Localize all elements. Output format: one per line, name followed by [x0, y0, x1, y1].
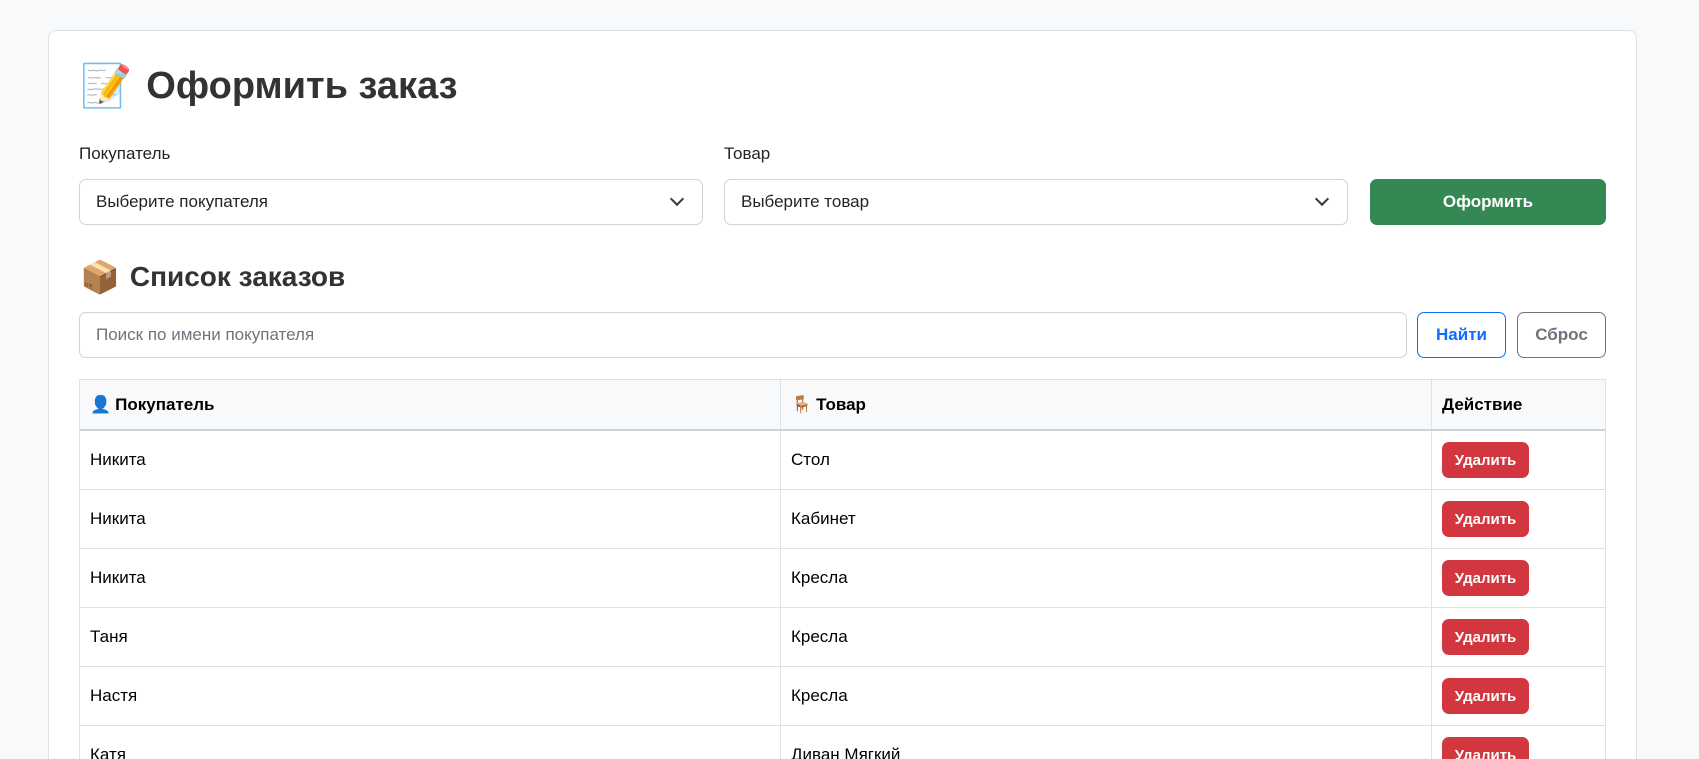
- delete-button[interactable]: Удалить: [1442, 560, 1529, 596]
- action-cell: Удалить: [1432, 490, 1605, 548]
- package-icon: 📦: [80, 259, 120, 295]
- memo-icon: 📝: [80, 62, 133, 109]
- column-header-product: 🪑 Товар: [781, 380, 1432, 429]
- customer-name: Таня: [90, 627, 128, 646]
- action-cell: Удалить: [1432, 667, 1605, 725]
- product-cell: Стол: [781, 431, 1432, 489]
- orders-heading: 📦 Список заказов: [80, 258, 345, 296]
- customer-label: Покупатель: [79, 144, 171, 163]
- customer-select[interactable]: Выберите покупателя: [79, 179, 703, 225]
- customer-cell: Катя: [80, 726, 781, 759]
- customer-name: Никита: [90, 450, 146, 469]
- product-cell: Диван Мягкий: [781, 726, 1432, 759]
- product-name: Диван Мягкий: [791, 745, 901, 759]
- product-cell: Кресла: [781, 608, 1432, 666]
- column-header-action: Действие: [1432, 380, 1605, 429]
- column-header-customer: 👤 Покупатель: [80, 380, 781, 429]
- customer-cell: Никита: [80, 549, 781, 607]
- customer-cell: Никита: [80, 431, 781, 489]
- search-input[interactable]: Поиск по имени покупателя: [79, 312, 1407, 358]
- product-name: Кресла: [791, 568, 848, 587]
- table-row: Катя Диван Мягкий Удалить: [80, 726, 1605, 759]
- table-row: Таня Кресла Удалить: [80, 608, 1605, 667]
- person-icon: 👤: [90, 394, 112, 414]
- column-label: Действие: [1442, 394, 1523, 414]
- column-label: Покупатель: [115, 394, 215, 414]
- page-title-text: Оформить заказ: [146, 65, 458, 107]
- action-cell: Удалить: [1432, 726, 1605, 759]
- chair-icon: 🪑: [791, 394, 813, 414]
- action-cell: Удалить: [1432, 608, 1605, 666]
- chevron-down-icon: [1314, 191, 1330, 207]
- submit-order-button[interactable]: Оформить: [1370, 179, 1606, 225]
- page-title: 📝 Оформить заказ: [80, 62, 458, 111]
- customer-cell: Никита: [80, 490, 781, 548]
- delete-button[interactable]: Удалить: [1442, 442, 1529, 478]
- delete-button[interactable]: Удалить: [1442, 678, 1529, 714]
- customer-name: Катя: [90, 745, 126, 759]
- table-row: Никита Стол Удалить: [80, 431, 1605, 490]
- product-name: Кресла: [791, 686, 848, 705]
- customer-name: Никита: [90, 568, 146, 587]
- action-cell: Удалить: [1432, 431, 1605, 489]
- customer-cell: Таня: [80, 608, 781, 666]
- search-placeholder: Поиск по имени покупателя: [96, 325, 315, 344]
- orders-heading-text: Список заказов: [129, 261, 346, 292]
- product-label: Товар: [724, 144, 771, 163]
- reset-button[interactable]: Сброс: [1517, 312, 1606, 358]
- product-select[interactable]: Выберите товар: [724, 179, 1348, 225]
- product-select-value: Выберите товар: [741, 192, 870, 211]
- table-header: 👤 Покупатель 🪑 Товар Действие: [80, 380, 1605, 431]
- table-row: Никита Кресла Удалить: [80, 549, 1605, 608]
- delete-button[interactable]: Удалить: [1442, 619, 1529, 655]
- product-cell: Кабинет: [781, 490, 1432, 548]
- orders-table: 👤 Покупатель 🪑 Товар Действие Никита Стол…: [79, 379, 1606, 759]
- product-cell: Кресла: [781, 549, 1432, 607]
- delete-button[interactable]: Удалить: [1442, 737, 1529, 759]
- delete-button[interactable]: Удалить: [1442, 501, 1529, 537]
- action-cell: Удалить: [1432, 549, 1605, 607]
- table-row: Настя Кресла Удалить: [80, 667, 1605, 726]
- customer-name: Настя: [90, 686, 138, 705]
- product-name: Кабинет: [791, 509, 856, 528]
- product-cell: Кресла: [781, 667, 1432, 725]
- chevron-down-icon: [669, 191, 685, 207]
- product-name: Стол: [791, 450, 830, 469]
- customer-name: Никита: [90, 509, 146, 528]
- customer-select-value: Выберите покупателя: [96, 192, 268, 211]
- table-row: Никита Кабинет Удалить: [80, 490, 1605, 549]
- find-button[interactable]: Найти: [1417, 312, 1506, 358]
- customer-cell: Настя: [80, 667, 781, 725]
- product-name: Кресла: [791, 627, 848, 646]
- column-label: Товар: [816, 394, 866, 414]
